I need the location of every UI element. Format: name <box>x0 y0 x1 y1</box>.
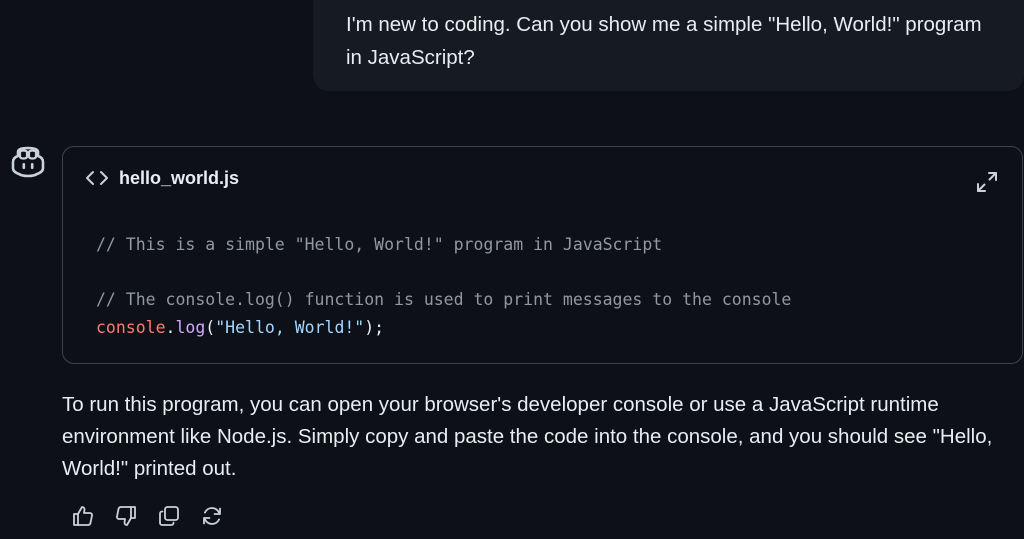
code-block: hello_world.js // This is a simple "Hell… <box>62 146 1023 364</box>
code-line-statement: console.log("Hello, World!"); <box>96 314 791 342</box>
thumbs-down-icon[interactable] <box>115 505 137 527</box>
copilot-icon <box>10 146 46 178</box>
code-token-string: "Hello, World!" <box>215 317 365 337</box>
code-icon <box>85 168 109 188</box>
assistant-answer-text: To run this program, you can open your b… <box>62 393 993 480</box>
code-line-comment: // This is a simple "Hello, World!" prog… <box>96 235 663 254</box>
code-token-close: ); <box>364 317 385 337</box>
code-content: // This is a simple "Hello, World!" prog… <box>96 231 791 341</box>
code-filename: hello_world.js <box>119 167 240 188</box>
chat-page: I'm new to coding. Can you show me a sim… <box>0 0 1024 539</box>
code-token-dot: . <box>165 317 176 337</box>
thumbs-up-icon[interactable] <box>72 505 94 527</box>
user-message-bubble: I'm new to coding. Can you show me a sim… <box>313 0 1024 91</box>
user-message-text: I'm new to coding. Can you show me a sim… <box>346 13 982 69</box>
code-line-comment: // The console.log() function is used to… <box>96 290 792 309</box>
copy-icon[interactable] <box>158 505 180 527</box>
retry-icon[interactable] <box>201 505 223 527</box>
code-block-header: hello_world.js <box>85 165 239 191</box>
message-actions <box>72 505 244 527</box>
code-token-open-paren: ( <box>205 317 216 337</box>
expand-icon[interactable] <box>976 171 998 193</box>
code-token-object: console <box>96 317 166 337</box>
code-token-method: log <box>175 317 206 337</box>
